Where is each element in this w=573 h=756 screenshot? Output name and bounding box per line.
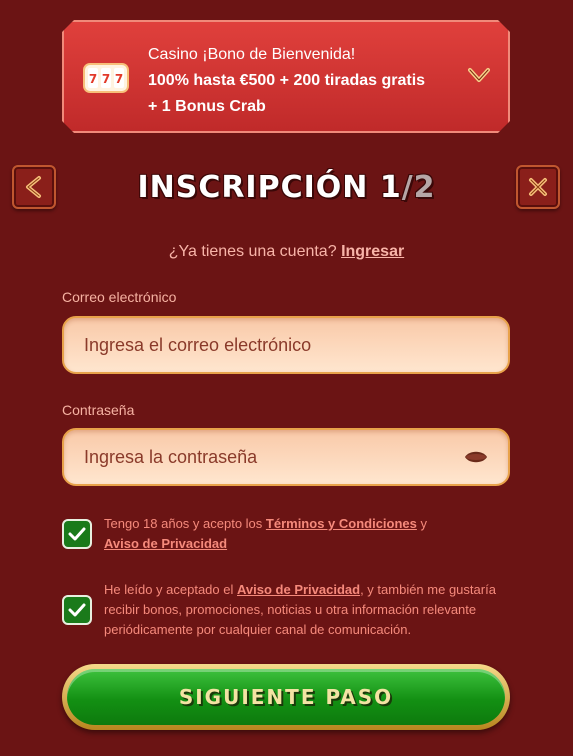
- signup-page: 7 7 7 Casino ¡Bono de Bienvenida! 100% h…: [0, 0, 573, 756]
- slot-reels-icon: 7 7 7: [82, 58, 130, 98]
- close-button[interactable]: [516, 165, 560, 209]
- email-input[interactable]: [84, 334, 488, 356]
- bonus-extra: + 1 Bonus Crab: [148, 98, 266, 115]
- step-current: 1: [379, 170, 402, 205]
- consent-marketing-text: He leído y aceptado el Aviso de Privacid…: [104, 580, 514, 640]
- consent-marketing-row: He leído y aceptado el Aviso de Privacid…: [62, 580, 510, 644]
- login-prompt-text: ¿Ya tienes una cuenta?: [168, 243, 337, 260]
- svg-text:7: 7: [89, 72, 97, 86]
- title-text: INSCRIPCIÓN: [137, 170, 369, 205]
- privacy-link[interactable]: Aviso de Privacidad: [104, 536, 227, 551]
- eye-icon[interactable]: [464, 449, 488, 465]
- email-field[interactable]: [62, 316, 510, 374]
- page-title: INSCRIPCIÓN 1/2: [0, 170, 573, 205]
- chevron-down-icon[interactable]: [468, 66, 490, 84]
- checkmark-icon: [68, 603, 86, 617]
- consent-marketing-text-1: He leído y aceptado el: [104, 582, 234, 597]
- checkmark-icon: [68, 527, 86, 541]
- next-step-button-face: SIGUIENTE PASO: [67, 669, 505, 725]
- password-label: Contraseña: [62, 402, 135, 418]
- bonus-title: Casino ¡Bono de Bienvenida!: [148, 46, 356, 63]
- login-prompt: ¿Ya tienes una cuenta? Ingresar: [0, 243, 573, 261]
- next-step-label: SIGUIENTE PASO: [178, 685, 394, 709]
- email-label: Correo electrónico: [62, 289, 177, 305]
- password-input[interactable]: [84, 446, 464, 468]
- privacy-link-2[interactable]: Aviso de Privacidad: [237, 582, 360, 597]
- step-total: 2: [413, 170, 436, 205]
- close-icon: [529, 178, 547, 196]
- step-separator: /: [401, 170, 414, 205]
- consent-age-row: Tengo 18 años y acepto los Términos y Co…: [62, 514, 510, 558]
- welcome-bonus-banner[interactable]: 7 7 7 Casino ¡Bono de Bienvenida! 100% h…: [62, 20, 510, 133]
- consent-age-text: Tengo 18 años y acepto los Términos y Co…: [104, 514, 514, 554]
- bonus-offer: 100% hasta €500 + 200 tiradas gratis: [148, 72, 426, 89]
- terms-link[interactable]: Términos y Condiciones: [266, 516, 417, 531]
- svg-text:7: 7: [115, 72, 123, 86]
- password-field[interactable]: [62, 428, 510, 486]
- consent-age-checkbox[interactable]: [62, 519, 92, 549]
- svg-text:7: 7: [102, 72, 110, 86]
- consent-age-text-2: y: [420, 516, 428, 531]
- login-link[interactable]: Ingresar: [341, 243, 404, 260]
- consent-marketing-checkbox[interactable]: [62, 595, 92, 625]
- next-step-button[interactable]: SIGUIENTE PASO: [62, 664, 510, 730]
- consent-age-text-1: Tengo 18 años y acepto los: [104, 516, 263, 531]
- bonus-text: Casino ¡Bono de Bienvenida! 100% hasta €…: [148, 42, 425, 120]
